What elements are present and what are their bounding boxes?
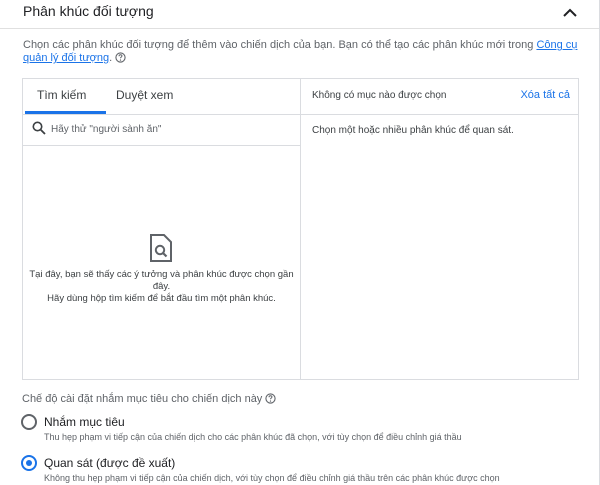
targeting-setting-label: Chế độ cài đặt nhắm mục tiêu cho chiến d… xyxy=(22,393,277,407)
clear-all-button[interactable]: Xóa tất cả xyxy=(520,89,570,101)
selected-header: Không có mục nào được chọn Xóa tất cả xyxy=(300,79,578,115)
audience-segments-panel: Phân khúc đối tượng Chọn các phân khúc đ… xyxy=(0,0,600,485)
search-icon xyxy=(32,121,46,140)
observation-option-title: Quan sát (được đề xuất) xyxy=(44,456,176,470)
description-text: Chọn các phân khúc đối tượng để thêm vào… xyxy=(23,39,537,51)
targeting-option-title: Nhắm mục tiêu xyxy=(44,415,125,429)
targeting-setting-text: Chế độ cài đặt nhắm mục tiêu cho chiến d… xyxy=(22,393,263,405)
collapse-chevron-icon[interactable] xyxy=(562,6,578,18)
section-title: Phân khúc đối tượng xyxy=(23,3,154,19)
no-selection-label: Không có mục nào được chọn xyxy=(312,90,447,101)
search-bar xyxy=(23,114,300,146)
empty-state-text: Tại đây, bạn sẽ thấy các ý tưởng và phân… xyxy=(23,269,300,305)
segment-picker: Tìm kiếm Duyệt xem Tại đây, bạn sẽ thấy … xyxy=(22,78,579,380)
help-icon[interactable] xyxy=(115,52,126,67)
targeting-option-description: Thu hẹp phạm vi tiếp cận của chiến dịch … xyxy=(44,432,462,442)
section-description: Chọn các phân khúc đối tượng để thêm vào… xyxy=(23,39,578,67)
empty-state-line-2: Hãy dùng hộp tìm kiếm để bắt đầu tìm một… xyxy=(47,293,276,304)
empty-state-line-1: Tại đây, bạn sẽ thấy các ý tưởng và phân… xyxy=(29,269,294,292)
targeting-radio[interactable] xyxy=(21,414,37,430)
search-browse-pane: Tìm kiếm Duyệt xem Tại đây, bạn sẽ thấy … xyxy=(23,79,301,379)
help-icon[interactable] xyxy=(265,393,277,407)
selected-segments-pane: Không có mục nào được chọn Xóa tất cả Ch… xyxy=(300,79,578,379)
document-search-icon xyxy=(149,234,173,267)
description-end: . xyxy=(109,52,113,64)
tab-browse[interactable]: Duyệt xem xyxy=(116,88,173,108)
observation-option-description: Không thu hẹp phạm vi tiếp cận của chiến… xyxy=(44,473,500,483)
tab-search[interactable]: Tìm kiếm xyxy=(37,88,86,108)
section-header[interactable]: Phân khúc đối tượng xyxy=(0,0,599,29)
selection-hint: Chọn một hoặc nhiều phân khúc để quan sá… xyxy=(312,125,514,136)
search-input[interactable] xyxy=(51,121,291,137)
observation-radio[interactable] xyxy=(21,455,37,471)
